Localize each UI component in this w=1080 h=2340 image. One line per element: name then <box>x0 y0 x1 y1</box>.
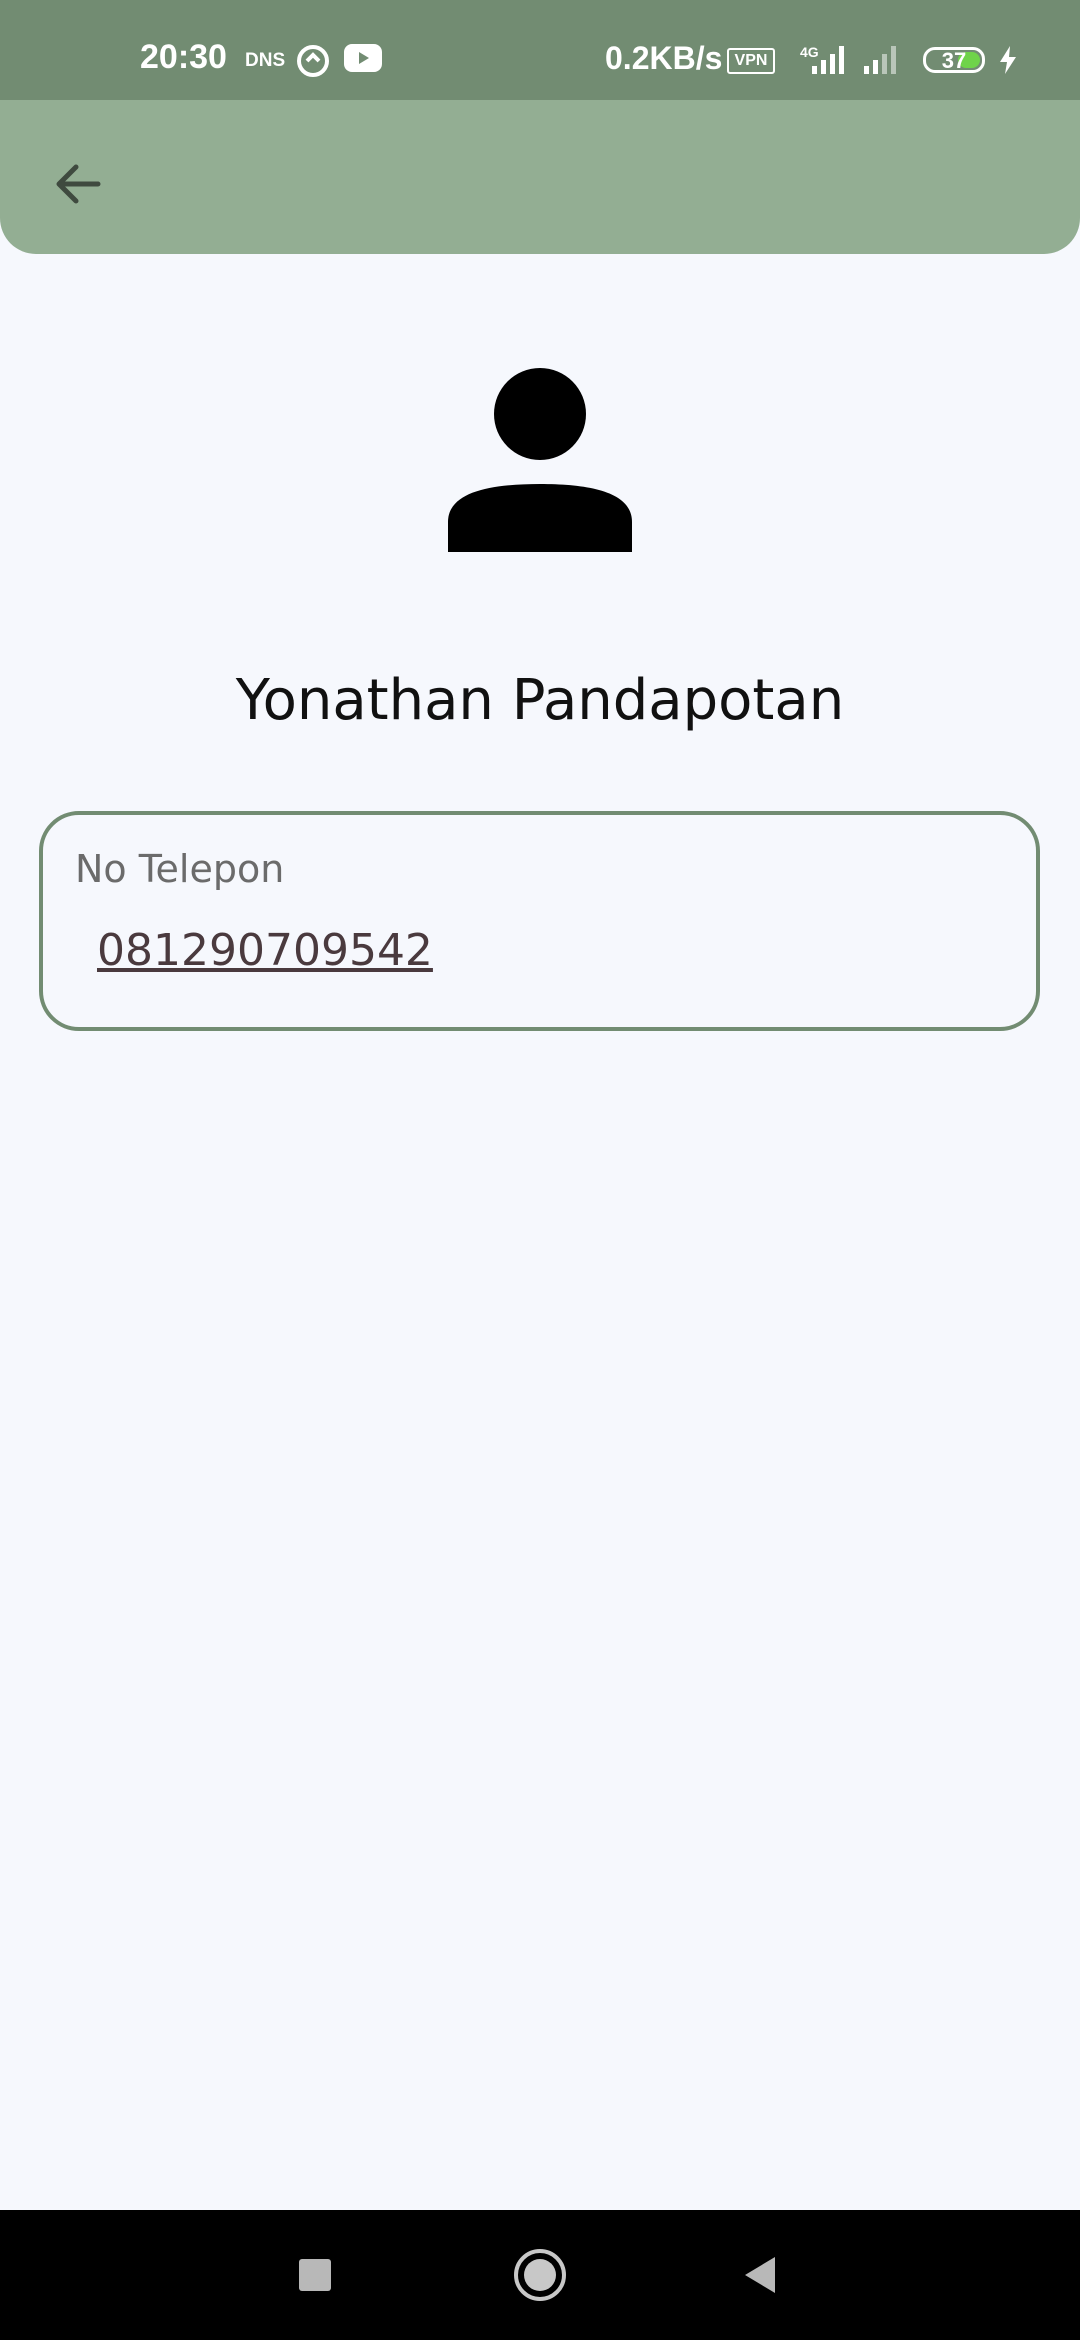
arrow-left-icon <box>56 164 101 204</box>
home-button[interactable] <box>505 2240 575 2310</box>
signal-strength-2-icon <box>864 44 904 79</box>
phone-field: No Telepon 081290709542 <box>39 811 1040 1031</box>
circle-icon <box>514 2249 566 2301</box>
back-button[interactable] <box>40 146 116 222</box>
battery-level: 37 <box>941 48 967 73</box>
recents-button[interactable] <box>280 2240 350 2310</box>
status-bar: 20:30 DNS 0.2KB/s VPN 4G 37 <box>0 0 1080 100</box>
app-bar <box>0 100 1080 254</box>
phone-number-link[interactable]: 081290709542 <box>97 925 433 976</box>
square-icon <box>299 2259 331 2291</box>
signal-strength-icon <box>812 44 852 79</box>
system-back-button[interactable] <box>725 2240 795 2310</box>
battery-icon: 37 <box>923 47 985 73</box>
vpn-app-icon <box>296 44 330 83</box>
system-navigation-bar <box>0 2210 1080 2340</box>
phone-label: No Telepon <box>75 847 285 891</box>
triangle-back-icon <box>745 2257 775 2293</box>
status-time: 20:30 <box>140 38 227 76</box>
dns-indicator: DNS <box>245 50 286 71</box>
person-icon <box>440 360 640 560</box>
network-speed: 0.2KB/s <box>605 40 723 76</box>
vpn-badge: VPN <box>727 48 775 74</box>
contact-name: Yonathan Pandapotan <box>235 668 845 733</box>
charging-icon <box>998 46 1018 79</box>
youtube-icon <box>344 44 382 77</box>
